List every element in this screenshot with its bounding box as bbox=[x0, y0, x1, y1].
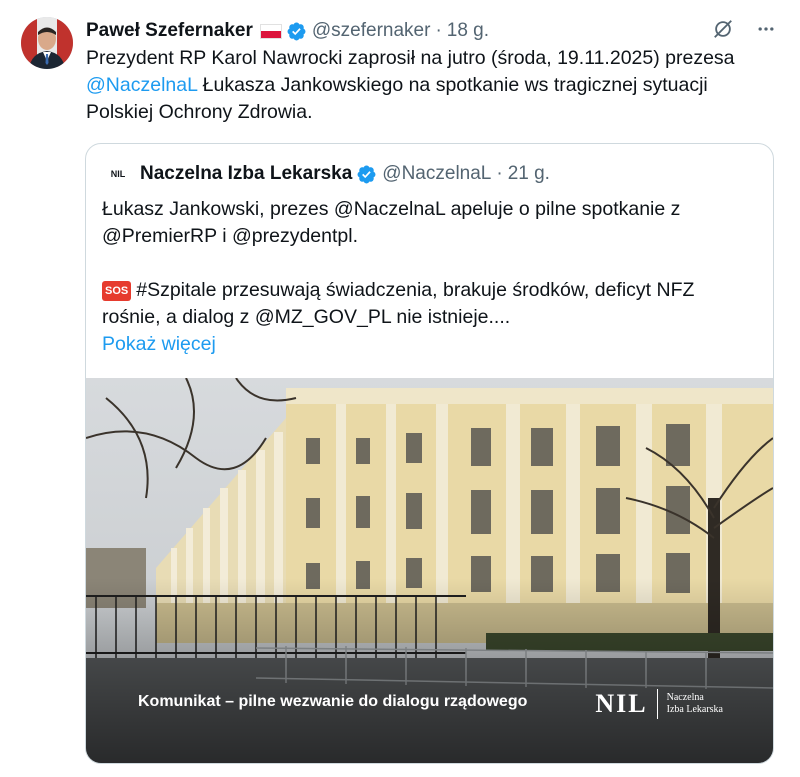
poland-flag-icon bbox=[259, 23, 282, 39]
mention-link[interactable]: @NaczelnaL bbox=[86, 74, 197, 96]
image-caption: Komunikat – pilne wezwanie do dialogu rz… bbox=[138, 693, 528, 710]
tweet-header: Paweł Szefernaker @szefernaker · 18 g. bbox=[86, 16, 489, 46]
nil-logo-text: Naczelna Izba Lekarska bbox=[667, 692, 723, 716]
verified-badge-icon[interactable] bbox=[356, 164, 377, 185]
avatar-image bbox=[21, 17, 73, 69]
quote-header: NIL Naczelna Izba Lekarska @NaczelnaL · … bbox=[108, 163, 550, 185]
verified-badge-icon[interactable] bbox=[286, 21, 307, 42]
quote-author-handle[interactable]: @NaczelnaL bbox=[382, 163, 491, 185]
tweet-text-part1: Prezydent RP Karol Nawrocki zaprosił na … bbox=[86, 47, 735, 69]
sos-badge-icon: SOS bbox=[102, 281, 132, 301]
nil-logo-watermark: NIL Naczelna Izba Lekarska bbox=[595, 689, 723, 719]
tweet-actions bbox=[712, 18, 776, 45]
quote-author-name[interactable]: Naczelna Izba Lekarska bbox=[140, 163, 352, 185]
nil-logo-line1: Naczelna bbox=[666, 692, 704, 703]
separator-dot: · bbox=[496, 163, 503, 184]
timestamp[interactable]: 18 g. bbox=[447, 20, 489, 42]
quote-paragraph-2-text: #Szpitale przesuwają świadczenia, brakuj… bbox=[102, 279, 695, 328]
separator-dot: · bbox=[435, 20, 442, 41]
quote-text: Łukasz Jankowski, prezes @NaczelnaL apel… bbox=[102, 196, 752, 358]
quote-paragraph-1: Łukasz Jankowski, prezes @NaczelnaL apel… bbox=[102, 198, 681, 247]
more-icon[interactable] bbox=[756, 19, 776, 44]
nil-logo-divider bbox=[656, 689, 658, 719]
author-handle[interactable]: @szefernaker bbox=[312, 20, 431, 42]
nil-logo-icon: NIL bbox=[110, 169, 126, 179]
show-more-link[interactable]: Pokaż więcej bbox=[102, 331, 752, 358]
quoted-tweet[interactable]: NIL Naczelna Izba Lekarska @NaczelnaL · … bbox=[85, 143, 774, 764]
quote-paragraph-2: SOS #Szpitale przesuwają świadczenia, bra… bbox=[102, 277, 752, 331]
nil-logo-big: NIL bbox=[595, 689, 648, 718]
author-name[interactable]: Paweł Szefernaker bbox=[86, 20, 253, 42]
quote-media-image[interactable]: Komunikat – pilne wezwanie do dialogu rz… bbox=[86, 377, 773, 763]
grok-icon[interactable] bbox=[712, 18, 734, 45]
avatar[interactable] bbox=[21, 17, 73, 69]
tweet-text: Prezydent RP Karol Nawrocki zaprosił na … bbox=[86, 45, 776, 126]
quote-timestamp[interactable]: 21 g. bbox=[508, 163, 550, 185]
nil-logo-line2: Izba Lekarska bbox=[666, 704, 723, 715]
